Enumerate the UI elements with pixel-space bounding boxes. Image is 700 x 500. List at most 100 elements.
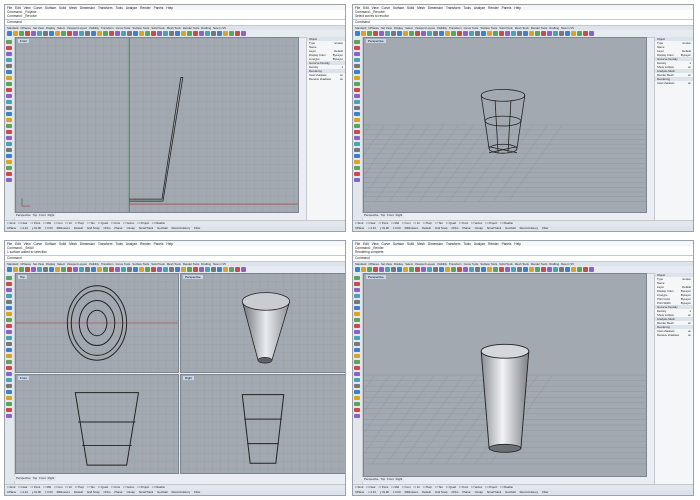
tool-icon[interactable]	[505, 267, 510, 272]
tab-set-view[interactable]: Set View	[381, 26, 392, 30]
tool-icon[interactable]	[433, 267, 438, 272]
tool-icon[interactable]	[31, 267, 36, 272]
tool-icon[interactable]	[493, 267, 498, 272]
tab-surface-tools[interactable]: Surface Tools	[132, 26, 149, 30]
tab-display[interactable]: Display	[46, 26, 55, 30]
tool-icon[interactable]	[535, 31, 540, 36]
tab-cplanes[interactable]: CPlanes	[20, 262, 31, 266]
tool-icon[interactable]	[354, 336, 360, 340]
tool-icon[interactable]	[6, 112, 12, 116]
tool-icon[interactable]	[121, 31, 126, 36]
tool-icon[interactable]	[469, 31, 474, 36]
tool-icon[interactable]	[6, 324, 12, 328]
tool-icon[interactable]	[6, 58, 12, 62]
menu-view[interactable]: View	[24, 6, 31, 10]
tool-icon[interactable]	[6, 312, 12, 316]
menu-render[interactable]: Render	[140, 6, 150, 10]
tool-icon[interactable]	[354, 378, 360, 382]
tool-icon[interactable]	[517, 267, 522, 272]
status-pane[interactable]: CPlane	[355, 226, 364, 231]
tool-icon[interactable]	[79, 31, 84, 36]
tool-icon[interactable]	[55, 31, 60, 36]
tab-top[interactable]: Top	[381, 213, 386, 218]
status-pane[interactable]: Default	[422, 226, 431, 231]
tool-icon[interactable]	[541, 267, 546, 272]
status-pane[interactable]: z 0.00	[393, 226, 401, 231]
viewport-perspective[interactable]: Perspective	[363, 273, 647, 477]
tool-icon[interactable]	[6, 142, 12, 146]
tool-icon[interactable]	[354, 366, 360, 370]
tab-surface-tools[interactable]: Surface Tools	[480, 26, 497, 30]
menu-surface[interactable]: Surface	[393, 242, 404, 246]
tool-icon[interactable]	[6, 402, 12, 406]
status-pane[interactable]: Millimeters	[405, 226, 418, 231]
status-pane[interactable]: Gumball	[505, 490, 515, 495]
tool-icon[interactable]	[589, 31, 594, 36]
tool-icon[interactable]	[354, 354, 360, 358]
menu-transform[interactable]: Transform	[446, 242, 460, 246]
tool-icon[interactable]	[361, 31, 366, 36]
tool-icon[interactable]	[229, 267, 234, 272]
tool-icon[interactable]	[457, 31, 462, 36]
status-pane[interactable]: Default	[74, 226, 83, 231]
tool-icon[interactable]	[37, 31, 42, 36]
tool-icon[interactable]	[241, 267, 246, 272]
tool-icon[interactable]	[6, 40, 12, 44]
status-pane[interactable]: Filter	[542, 226, 548, 231]
menu-help[interactable]: Help	[166, 6, 173, 10]
tool-icon[interactable]	[379, 267, 384, 272]
tab-front[interactable]: Front	[39, 213, 46, 218]
tool-icon[interactable]	[354, 300, 360, 304]
menu-render[interactable]: Render	[488, 6, 498, 10]
tool-icon[interactable]	[73, 31, 78, 36]
tool-icon[interactable]	[391, 267, 396, 272]
tool-icon[interactable]	[427, 267, 432, 272]
tool-icon[interactable]	[7, 31, 12, 36]
tool-icon[interactable]	[499, 31, 504, 36]
tool-icon[interactable]	[49, 31, 54, 36]
tool-icon[interactable]	[103, 267, 108, 272]
viewport-right[interactable]: Right	[180, 374, 345, 474]
tool-icon[interactable]	[445, 31, 450, 36]
tool-icon[interactable]	[354, 396, 360, 400]
tab-curve-tools[interactable]: Curve Tools	[116, 262, 131, 266]
menu-curve[interactable]: Curve	[34, 242, 43, 246]
tool-icon[interactable]	[31, 31, 36, 36]
tool-icon[interactable]	[19, 31, 24, 36]
tool-icon[interactable]	[25, 31, 30, 36]
tool-icon[interactable]	[354, 288, 360, 292]
tool-icon[interactable]	[565, 31, 570, 36]
menu-edit[interactable]: Edit	[15, 242, 21, 246]
tab-curve-tools[interactable]: Curve Tools	[464, 26, 479, 30]
tool-icon[interactable]	[133, 267, 138, 272]
tool-icon[interactable]	[97, 267, 102, 272]
tool-icon[interactable]	[403, 31, 408, 36]
tab-select[interactable]: Select	[405, 26, 413, 30]
tool-icon[interactable]	[354, 160, 360, 164]
tool-icon[interactable]	[403, 267, 408, 272]
tool-icon[interactable]	[529, 267, 534, 272]
menu-analyze[interactable]: Analyze	[126, 242, 137, 246]
tool-icon[interactable]	[354, 372, 360, 376]
tool-icon[interactable]	[115, 267, 120, 272]
tab-right[interactable]: Right	[396, 477, 403, 482]
menu-transform[interactable]: Transform	[98, 6, 112, 10]
tool-icon[interactable]	[571, 31, 576, 36]
tool-icon[interactable]	[163, 31, 168, 36]
tool-icon[interactable]	[397, 31, 402, 36]
property-row[interactable]: Receive shadows on	[655, 333, 693, 337]
menu-help[interactable]: Help	[514, 6, 521, 10]
tab-viewport-layout[interactable]: Viewport Layout	[67, 26, 87, 30]
tool-icon[interactable]	[145, 267, 150, 272]
tab-select[interactable]: Select	[405, 262, 413, 266]
tool-icon[interactable]	[6, 100, 12, 104]
tool-icon[interactable]	[457, 267, 462, 272]
tool-icon[interactable]	[127, 31, 132, 36]
viewport-perspective[interactable]: Perspective	[180, 273, 345, 373]
tool-icon[interactable]	[529, 31, 534, 36]
tool-icon[interactable]	[6, 124, 12, 128]
tool-icon[interactable]	[133, 31, 138, 36]
menu-solid[interactable]: Solid	[59, 242, 66, 246]
tool-icon[interactable]	[553, 267, 558, 272]
tool-icon[interactable]	[589, 267, 594, 272]
